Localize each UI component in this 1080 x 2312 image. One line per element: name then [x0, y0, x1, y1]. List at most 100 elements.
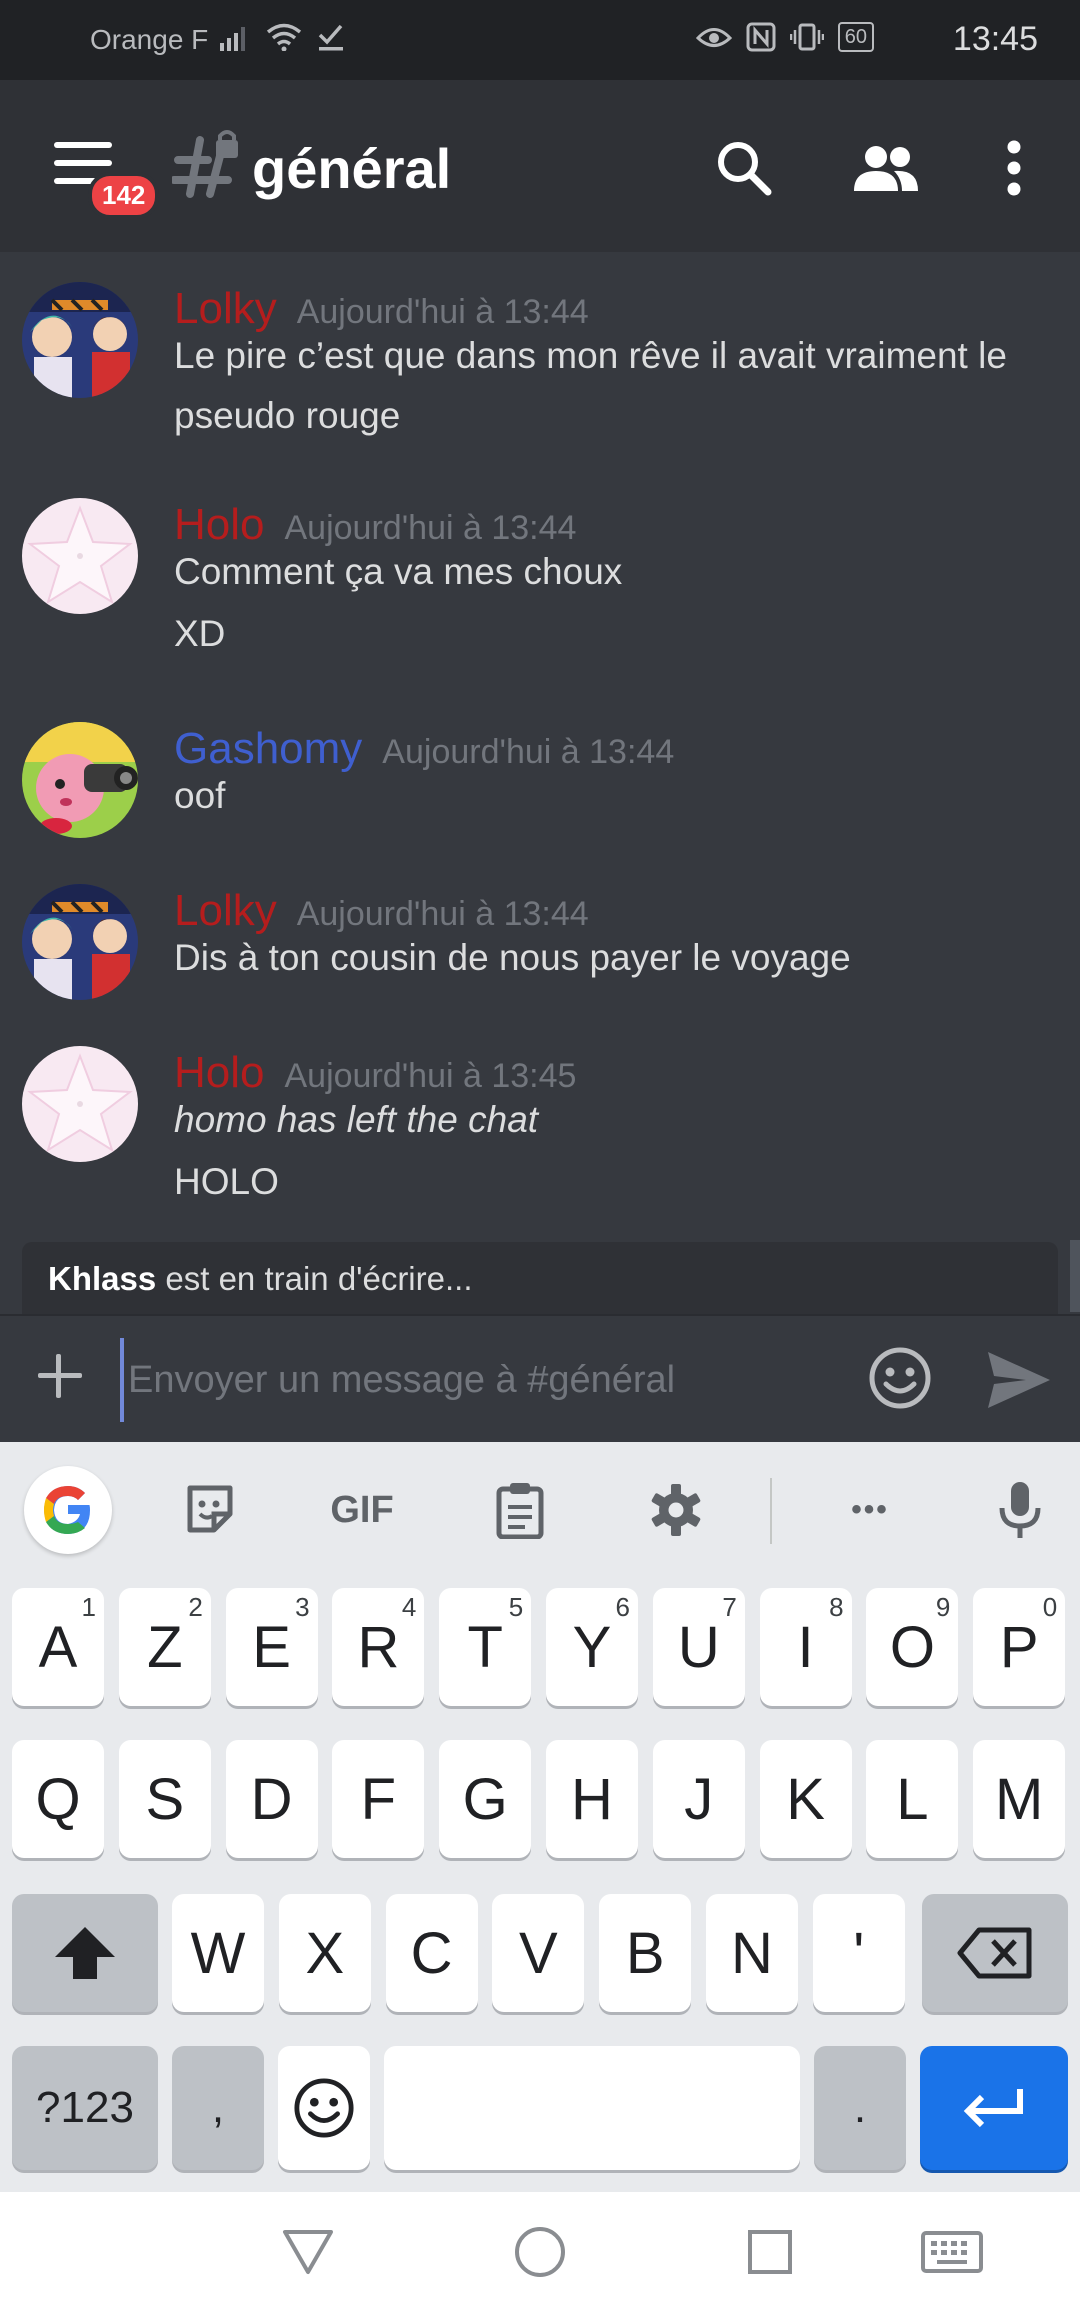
system-nav-bar — [0, 2192, 1080, 2312]
key-label: Q — [35, 1766, 81, 1832]
back-icon[interactable] — [278, 2222, 338, 2282]
key[interactable]: W — [172, 1894, 264, 2012]
plus-icon[interactable] — [32, 1348, 88, 1404]
key-label: U — [677, 1614, 720, 1680]
google-icon[interactable] — [24, 1466, 112, 1554]
members-button[interactable] — [846, 128, 926, 208]
key[interactable]: R4 — [332, 1588, 425, 1706]
emoji-key[interactable] — [278, 2046, 370, 2170]
enter-icon — [963, 2089, 1023, 2128]
avatar-holo[interactable] — [22, 1046, 138, 1162]
key[interactable]: Y6 — [546, 1588, 638, 1706]
message-line: Dis à ton cousin de nous payer le voyage — [174, 937, 851, 978]
message-line: homo has left the chat — [174, 1099, 539, 1140]
key-label: G — [462, 1766, 508, 1832]
key[interactable]: G — [439, 1740, 532, 1858]
key[interactable]: E3 — [225, 1588, 318, 1706]
status-clock: 13:45 — [952, 20, 1038, 58]
microphone-icon[interactable] — [980, 1470, 1060, 1550]
key[interactable]: Z2 — [118, 1588, 211, 1706]
key-label: Y — [572, 1614, 612, 1680]
key[interactable]: S — [118, 1740, 211, 1858]
keyboard-icon[interactable] — [912, 2222, 992, 2282]
key-label: P — [999, 1614, 1039, 1680]
key[interactable]: Q — [12, 1740, 104, 1858]
space-key[interactable] — [384, 2046, 800, 2170]
sticker-icon[interactable] — [170, 1470, 250, 1550]
recents-icon[interactable] — [740, 2222, 800, 2282]
more-options-button[interactable] — [974, 128, 1054, 208]
message-input[interactable] — [120, 1338, 840, 1422]
key-hint: 4 — [401, 1592, 417, 1622]
key-label: L — [896, 1766, 929, 1832]
comma-key[interactable]: , — [172, 2046, 264, 2170]
key-label: N — [731, 1920, 773, 1986]
channel-header: 142 général — [0, 80, 1080, 252]
scrollbar-thumb[interactable] — [1070, 1240, 1080, 1312]
avatar-gashomy[interactable] — [22, 722, 138, 838]
emoji-icon[interactable] — [868, 1346, 932, 1410]
key-label: M — [995, 1766, 1044, 1832]
key[interactable]: K — [759, 1740, 852, 1858]
typing-user: Khlass — [48, 1260, 157, 1297]
clipboard-icon[interactable] — [480, 1470, 560, 1550]
channel-title: général — [252, 137, 452, 200]
unread-badge: 142 — [88, 172, 160, 219]
key-label: T — [467, 1614, 503, 1680]
period-key[interactable]: . — [814, 2046, 906, 2170]
keyboard-toolbar: GIF ••• — [0, 1442, 1080, 1572]
key[interactable]: U7 — [652, 1588, 745, 1706]
key[interactable]: B — [599, 1894, 692, 2012]
key[interactable]: T5 — [439, 1588, 532, 1706]
key[interactable]: D — [225, 1740, 318, 1858]
key[interactable]: J — [652, 1740, 745, 1858]
key[interactable]: I8 — [759, 1588, 852, 1706]
key-hint: 3 — [295, 1592, 310, 1622]
key-label: I — [797, 1614, 814, 1680]
key[interactable]: M — [973, 1740, 1066, 1858]
key-label: O — [889, 1614, 935, 1680]
avatar-holo[interactable] — [22, 498, 138, 614]
key[interactable]: X — [278, 1894, 371, 2012]
message-content: homo has left the chat HOLO — [174, 1090, 1044, 1212]
key-label: D — [250, 1766, 293, 1832]
key-label: C — [410, 1920, 453, 1986]
key-label: H — [571, 1766, 613, 1832]
key-label: ' — [853, 1920, 865, 1986]
settings-icon[interactable] — [636, 1470, 716, 1550]
key-hint: 8 — [829, 1592, 844, 1622]
send-icon[interactable] — [984, 1348, 1054, 1412]
message-composer — [0, 1314, 1080, 1442]
avatar-lolky[interactable] — [22, 884, 138, 1000]
carrier-name: Orange F — [90, 24, 209, 55]
key[interactable]: C — [385, 1894, 478, 2012]
enter-key[interactable] — [920, 2046, 1068, 2170]
backspace-icon — [957, 1927, 1032, 1979]
message-content: Comment ça va mes choux XD — [174, 542, 1044, 664]
backspace-key[interactable] — [922, 1894, 1068, 2012]
key-hint: 2 — [188, 1592, 203, 1622]
key[interactable]: ' — [812, 1894, 905, 2012]
key-label: J — [684, 1766, 714, 1832]
key-label: Z — [147, 1614, 183, 1680]
key[interactable]: F — [332, 1740, 425, 1858]
shift-key[interactable] — [12, 1894, 158, 2012]
message-list[interactable]: Lolky Aujourd'hui à 13:44 Le pire c’est … — [0, 252, 1080, 1242]
home-icon[interactable] — [510, 2222, 570, 2282]
nfc-icon — [746, 22, 776, 52]
key[interactable]: P0 — [973, 1588, 1066, 1706]
key[interactable]: A1 — [12, 1588, 104, 1706]
message-content: Le pire c’est que dans mon rêve il avait… — [174, 326, 1044, 446]
more-icon[interactable]: ••• — [830, 1470, 910, 1550]
status-bar: Orange F 60 13:45 — [0, 0, 1080, 80]
signal-icon — [220, 27, 245, 51]
key[interactable]: O9 — [866, 1588, 959, 1706]
key[interactable]: H — [546, 1740, 638, 1858]
key[interactable]: V — [492, 1894, 585, 2012]
avatar-lolky[interactable] — [22, 282, 138, 398]
search-button[interactable] — [704, 128, 784, 208]
gif-icon[interactable]: GIF — [322, 1470, 402, 1550]
key[interactable]: N — [706, 1894, 798, 2012]
key[interactable]: L — [866, 1740, 959, 1858]
symbols-key[interactable]: ?123 — [12, 2046, 158, 2170]
